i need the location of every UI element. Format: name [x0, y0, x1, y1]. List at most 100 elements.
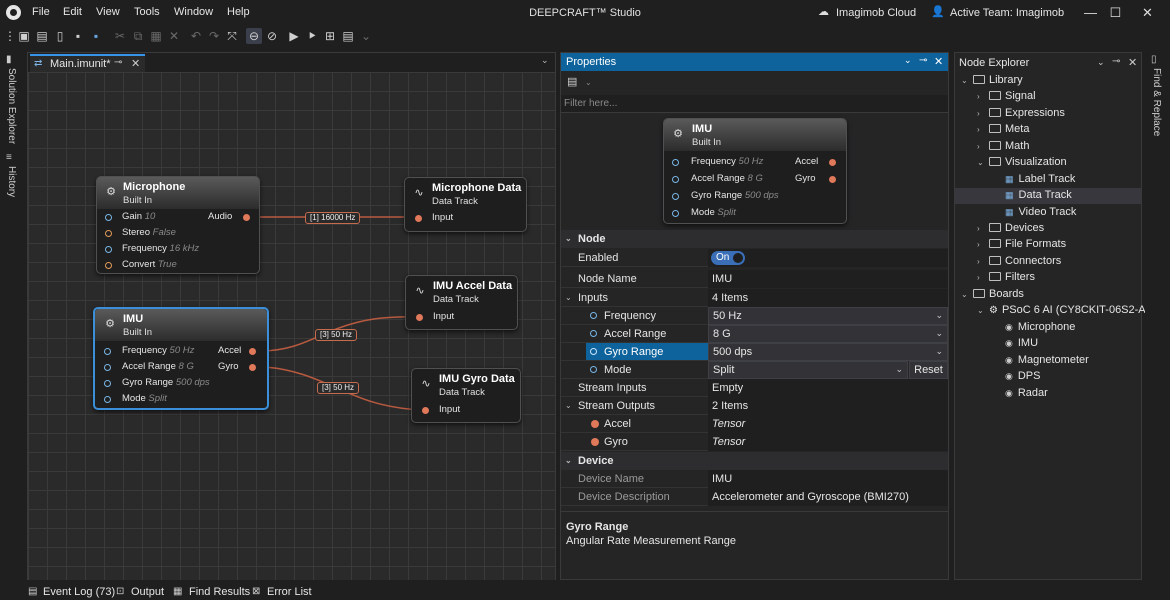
tree-item-dps[interactable]: ◉ DPS — [1005, 370, 1040, 386]
menu-view[interactable]: View — [96, 6, 120, 18]
menu-help[interactable]: Help — [227, 6, 250, 18]
tree-item-data-track[interactable]: ▦ Data Track — [1005, 189, 1072, 205]
input-port[interactable] — [104, 380, 111, 387]
section-device[interactable]: ⌄ Device — [561, 452, 948, 470]
output-port[interactable] — [243, 214, 250, 221]
expand-chevron-icon[interactable]: › — [977, 125, 980, 134]
node-name-field[interactable]: IMU — [708, 270, 948, 288]
expand-chevron-icon[interactable]: ⌄ — [977, 158, 984, 167]
menu-window[interactable]: Window — [174, 6, 213, 18]
tree-item-signal[interactable]: Signal — [989, 90, 1036, 106]
menu-tools[interactable]: Tools — [134, 6, 160, 18]
tree-item-connectors[interactable]: Connectors — [989, 255, 1061, 271]
tree-item-imu[interactable]: ◉ IMU — [1005, 337, 1038, 353]
input-port[interactable] — [105, 230, 112, 237]
categorize-icon[interactable]: ▤ — [567, 75, 577, 88]
expand-chevron-icon[interactable]: ⌄ — [961, 290, 968, 299]
mode-dropdown[interactable]: Split ⌄ — [708, 361, 908, 379]
input-port[interactable] — [105, 262, 112, 269]
tree-item-library[interactable]: Library — [973, 74, 1023, 90]
input-port[interactable] — [416, 314, 423, 321]
close-panel-icon[interactable]: ✕ — [1128, 56, 1137, 69]
expand-chevron-icon[interactable]: › — [977, 109, 980, 118]
section-node[interactable]: ⌄ Node — [561, 230, 948, 248]
collapse-chevron-icon[interactable]: ⌄ — [565, 456, 572, 465]
undo-icon[interactable]: ↶ — [188, 28, 204, 44]
tree-item-filters[interactable]: Filters — [989, 271, 1035, 287]
report-icon[interactable]: ▤ — [340, 28, 356, 44]
close-panel-icon[interactable]: ✕ — [934, 55, 943, 68]
reset-button[interactable]: Reset — [909, 361, 948, 379]
output-tab[interactable]: Output — [131, 586, 164, 598]
node-imu-accel-data[interactable]: ∿ IMU Accel Data Data Track Input — [405, 275, 518, 330]
link-view-icon[interactable]: ⊖ — [246, 28, 262, 44]
pin-icon[interactable]: ⊸ — [114, 57, 122, 68]
expand-chevron-icon[interactable]: ⌄ — [977, 306, 984, 315]
node-microphone-data[interactable]: ∿ Microphone Data Data Track Input — [404, 177, 527, 232]
expand-chevron-icon[interactable]: › — [977, 257, 980, 266]
graph-canvas[interactable]: [1] 16000 Hz [3] 50 Hz [3] 50 Hz ⚙ Micro… — [28, 72, 555, 580]
tree-item-boards[interactable]: Boards — [973, 288, 1024, 304]
tree-item-board-psoc[interactable]: ⚙ PSoC 6 AI (CY8CKIT-06S2-AI) — [989, 304, 1152, 320]
tree-item-devices[interactable]: Devices — [989, 222, 1044, 238]
find-results-tab[interactable]: Find Results — [189, 586, 250, 598]
input-port[interactable] — [105, 214, 112, 221]
tree-item-magnetometer[interactable]: ◉ Magnetometer — [1005, 354, 1089, 370]
collapse-chevron-icon[interactable]: ⌄ — [565, 234, 572, 243]
redo-icon[interactable]: ↷ — [206, 28, 222, 44]
prop-row-stream-outputs[interactable]: ⌄ Stream Outputs 2 Items — [561, 397, 948, 415]
tree-item-microphone[interactable]: ◉ Microphone — [1005, 321, 1075, 337]
copy-icon[interactable]: ⧉ — [130, 28, 146, 44]
tree-item-expressions[interactable]: Expressions — [989, 107, 1065, 123]
history-tab[interactable]: History — [6, 166, 17, 197]
find-replace-tab[interactable]: Find & Replace — [1151, 68, 1162, 136]
open-folder-icon[interactable]: ▤ — [34, 28, 50, 44]
expand-chevron-icon[interactable]: › — [977, 224, 980, 233]
hide-icon[interactable]: ⊘ — [264, 28, 280, 44]
accel-range-dropdown[interactable]: 8 G ⌄ — [708, 325, 948, 343]
frequency-dropdown[interactable]: 50 Hz ⌄ — [708, 307, 948, 325]
save-all-icon[interactable]: ▪ — [88, 28, 104, 44]
enabled-toggle[interactable]: On — [711, 251, 745, 265]
node-microphone[interactable]: ⚙ Microphone Built In Gain 10 Stereo Fal… — [96, 176, 260, 274]
tree-item-visualization[interactable]: Visualization — [989, 156, 1067, 172]
filter-input[interactable]: Filter here... — [561, 95, 948, 113]
solution-explorer-tab[interactable]: Solution Explorer — [6, 68, 17, 144]
panel-menu-chevron-icon[interactable]: ⌄ — [904, 55, 912, 66]
node-imu[interactable]: ⚙ IMU Built In Frequency 50 Hz Accel Ran… — [93, 307, 269, 410]
toolbar-overflow-icon[interactable]: ⌄ — [358, 28, 374, 44]
tree-item-radar[interactable]: ◉ Radar — [1005, 387, 1048, 403]
new-file-icon[interactable]: ▯ — [52, 28, 68, 44]
collapse-chevron-icon[interactable]: ⌄ — [565, 401, 572, 410]
tab-list-chevron-icon[interactable]: ⌄ — [541, 55, 549, 66]
new-project-icon[interactable]: ▣ — [16, 28, 32, 44]
input-port[interactable] — [415, 215, 422, 222]
toolbar-overflow-icon[interactable]: ⌄ — [585, 78, 592, 87]
close-window-button[interactable]: ✕ — [1125, 0, 1170, 26]
run-icon[interactable]: ▶ — [286, 28, 302, 44]
expand-chevron-icon[interactable]: › — [977, 92, 980, 101]
error-list-tab[interactable]: Error List — [267, 586, 312, 598]
expand-chevron-icon[interactable]: ⌄ — [961, 76, 968, 85]
menu-file[interactable]: File — [32, 6, 50, 18]
tree-item-video-track[interactable]: ▦ Video Track — [1005, 206, 1076, 222]
expand-chevron-icon[interactable]: › — [977, 273, 980, 282]
pin-icon[interactable]: ⊸ — [1112, 56, 1120, 67]
input-port[interactable] — [104, 396, 111, 403]
active-team-button[interactable]: Active Team: Imagimob — [950, 7, 1064, 19]
run-step-icon[interactable]: ⯈ — [304, 28, 320, 44]
pin-icon[interactable]: ⊸ — [919, 55, 927, 66]
collapse-chevron-icon[interactable]: ⌄ — [565, 293, 572, 302]
input-port[interactable] — [105, 246, 112, 253]
tree-item-math[interactable]: Math — [989, 140, 1029, 156]
tree-item-label-track[interactable]: ▦ Label Track — [1005, 173, 1075, 189]
input-port[interactable] — [422, 407, 429, 414]
close-tab-icon[interactable]: ✕ — [131, 57, 140, 70]
output-port[interactable] — [249, 364, 256, 371]
input-port[interactable] — [104, 348, 111, 355]
panel-menu-chevron-icon[interactable]: ⌄ — [1097, 57, 1105, 68]
document-tab[interactable]: ⇄ Main.imunit* ⊸ ✕ — [30, 54, 145, 72]
tree-item-file-formats[interactable]: File Formats — [989, 238, 1066, 254]
prop-row-inputs[interactable]: ⌄ Inputs 4 Items — [561, 289, 948, 307]
build-icon[interactable]: ⊞ — [322, 28, 338, 44]
